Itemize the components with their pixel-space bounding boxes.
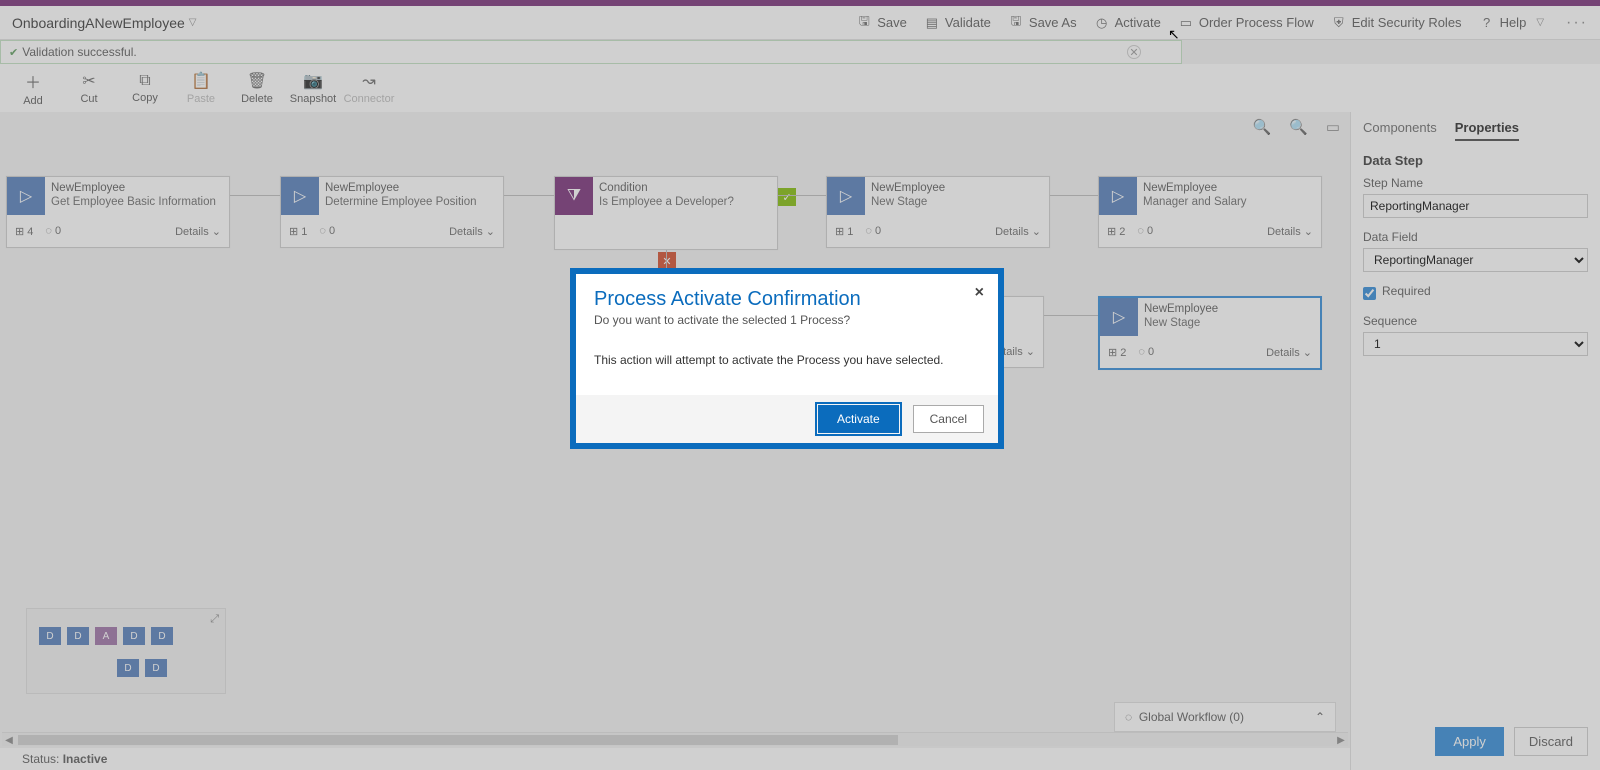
activate-confirm-button[interactable]: Activate xyxy=(818,405,899,433)
dialog-body: This action will attempt to activate the… xyxy=(594,353,980,367)
close-icon[interactable]: × xyxy=(975,284,984,302)
cancel-button[interactable]: Cancel xyxy=(913,405,984,433)
dialog-subtitle: Do you want to activate the selected 1 P… xyxy=(594,313,980,327)
confirmation-dialog: × Process Activate Confirmation Do you w… xyxy=(570,268,1004,449)
dialog-title: Process Activate Confirmation xyxy=(594,288,980,311)
